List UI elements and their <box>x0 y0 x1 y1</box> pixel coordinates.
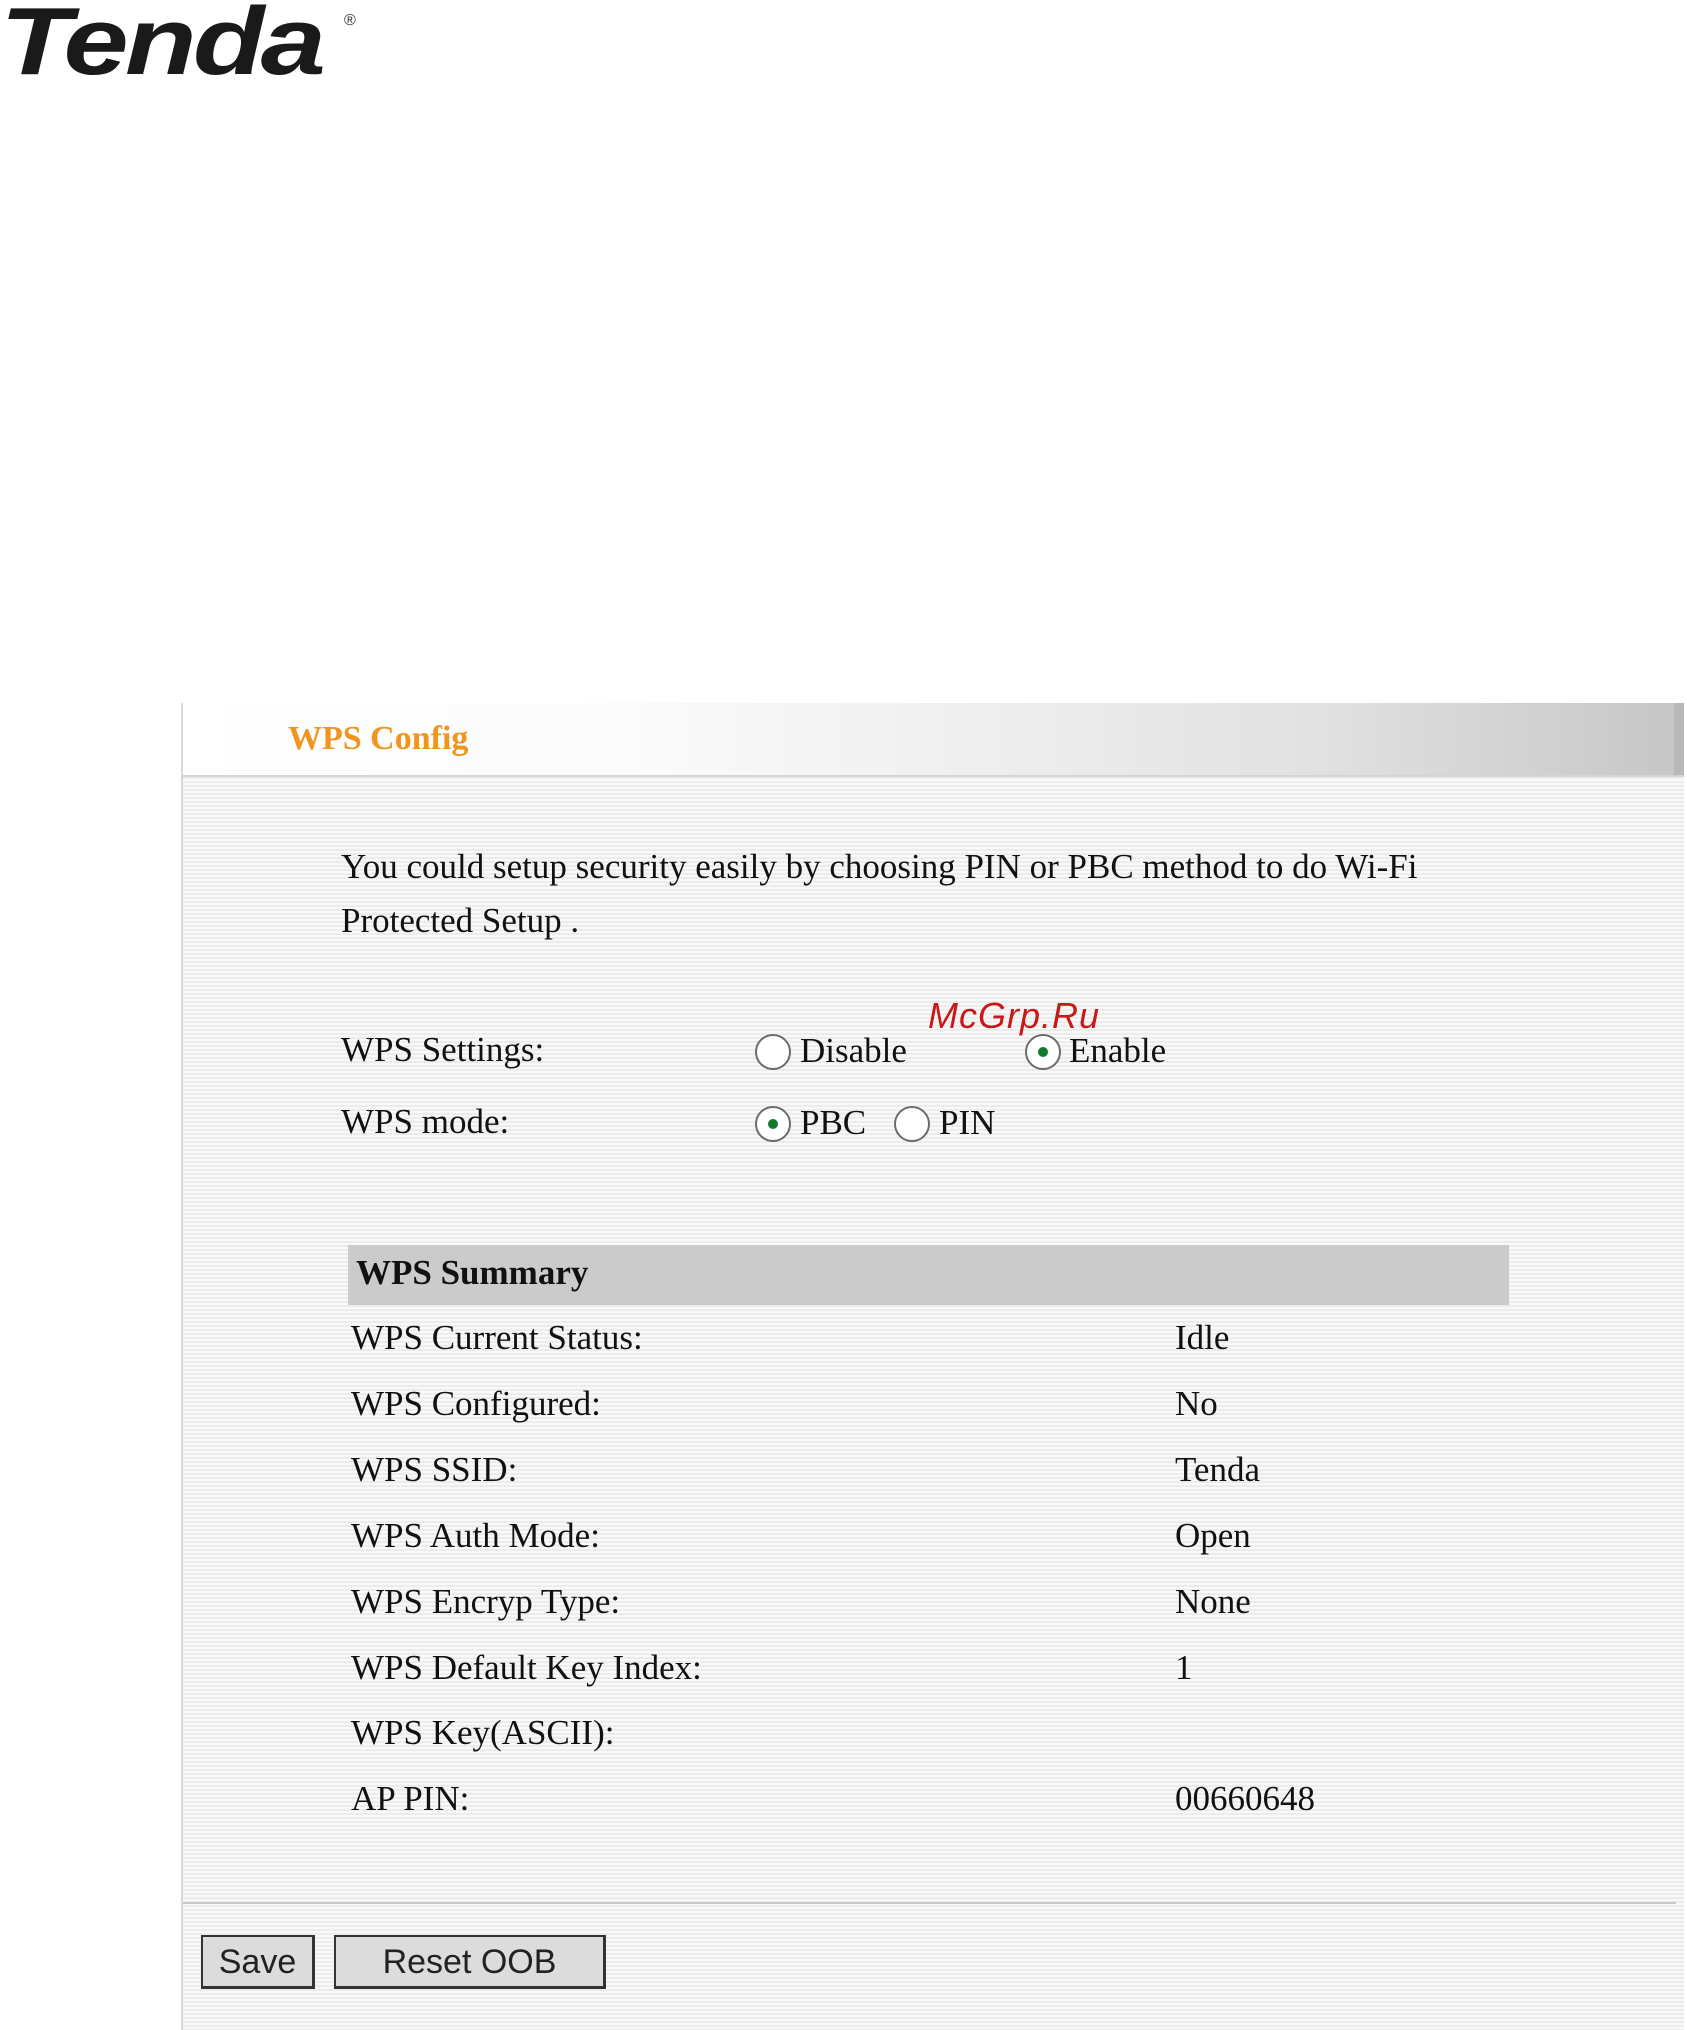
save-button[interactable]: Save <box>201 1935 315 1989</box>
summary-value-encryp-type: None <box>1175 1582 1251 1621</box>
tenda-logo: Tenda <box>0 0 326 95</box>
wps-settings-label: WPS Settings: <box>341 1030 545 1069</box>
intro-text: You could setup security easily by choos… <box>341 840 1501 948</box>
summary-label-encryp-type: WPS Encryp Type: <box>351 1582 621 1621</box>
summary-value-default-key-index: 1 <box>1175 1648 1193 1687</box>
wps-summary-title: WPS Summary <box>356 1253 589 1292</box>
intro-line-1: You could setup security easily by choos… <box>341 847 1418 886</box>
wps-enable-radio[interactable] <box>1025 1034 1061 1070</box>
wps-summary-header: WPS Summary <box>348 1245 1509 1305</box>
summary-label-default-key-index: WPS Default Key Index: <box>351 1648 702 1687</box>
panel-header-edge <box>1674 703 1684 775</box>
wps-pin-label[interactable]: PIN <box>939 1103 995 1143</box>
summary-label-auth-mode: WPS Auth Mode: <box>351 1516 600 1555</box>
summary-label-configured: WPS Configured: <box>351 1384 601 1423</box>
summary-label-key-ascii: WPS Key(ASCII): <box>351 1713 615 1752</box>
summary-value-current-status: Idle <box>1175 1318 1230 1357</box>
wps-enable-label[interactable]: Enable <box>1069 1031 1166 1071</box>
summary-value-configured: No <box>1175 1384 1218 1423</box>
summary-label-ap-pin: AP PIN: <box>351 1779 470 1818</box>
summary-value-auth-mode: Open <box>1175 1516 1251 1555</box>
wps-disable-label[interactable]: Disable <box>800 1031 907 1071</box>
wps-disable-radio[interactable] <box>755 1034 791 1070</box>
footer-divider <box>183 1902 1676 1904</box>
panel-header: WPS Config <box>183 703 1684 777</box>
wps-mode-label: WPS mode: <box>341 1102 510 1141</box>
summary-value-ssid: Tenda <box>1175 1450 1261 1489</box>
panel-title: WPS Config <box>288 720 469 757</box>
intro-line-2: Protected Setup . <box>341 901 580 940</box>
registered-mark: ® <box>344 12 356 29</box>
summary-value-ap-pin: 00660648 <box>1175 1779 1315 1818</box>
reset-oob-button[interactable]: Reset OOB <box>334 1935 606 1989</box>
wps-pbc-label[interactable]: PBC <box>800 1103 866 1143</box>
wps-pin-radio[interactable] <box>894 1106 930 1142</box>
summary-label-ssid: WPS SSID: <box>351 1450 518 1489</box>
wps-pbc-radio[interactable] <box>755 1106 791 1142</box>
summary-label-current-status: WPS Current Status: <box>351 1318 643 1357</box>
wps-config-panel: WPS Config You could setup security easi… <box>181 703 1684 2030</box>
